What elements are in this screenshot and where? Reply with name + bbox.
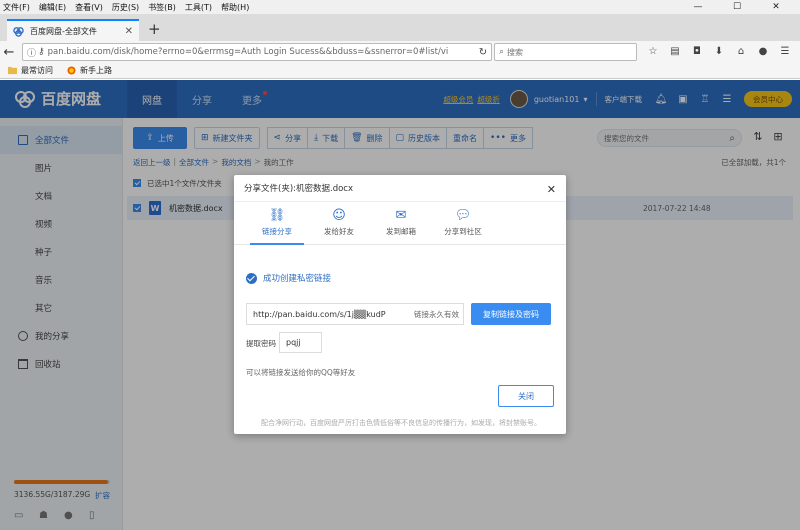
tab-close-icon[interactable]: ✕ xyxy=(125,26,133,37)
bookmarks-bar: 最常访问 新手上路 xyxy=(0,63,800,79)
reload-icon[interactable]: ↻ xyxy=(475,47,491,58)
browser-search-input[interactable] xyxy=(507,47,623,57)
share-link-field[interactable]: http://pan.baidu.com/s/1j▒▒kudP 链接永久有效 xyxy=(246,303,464,325)
browser-navbar: ← ⓘ ⚷ pan.baidu.com/disk/home?errno=0&er… xyxy=(0,41,800,63)
menu-edit[interactable]: 编辑(E) xyxy=(39,2,66,13)
checkmark-icon xyxy=(246,272,257,284)
maximize-button[interactable]: ☐ xyxy=(722,0,752,14)
tab-label: 发到邮箱 xyxy=(386,227,416,236)
bookmark-getting-started[interactable]: 新手上路 xyxy=(67,65,112,76)
link-validity: 链接永久有效 xyxy=(414,309,459,319)
link-icon: ⛓ xyxy=(268,208,286,223)
hamburger-menu-icon[interactable]: ☰ xyxy=(774,44,796,60)
new-tab-button[interactable]: + xyxy=(148,22,161,37)
menu-file[interactable]: 文件(F) xyxy=(3,2,30,13)
tab-title: 百度网盘-全部文件 xyxy=(30,26,97,36)
bookmark-most-visited[interactable]: 最常访问 xyxy=(8,65,53,76)
menu-bookmarks[interactable]: 书签(B) xyxy=(148,2,176,13)
browser-tab[interactable]: 百度网盘-全部文件 ✕ xyxy=(7,19,139,41)
browser-toolbar-icons: ☆ ▤ ◘ ⬇ ⌂ ● ☰ xyxy=(642,44,796,60)
browser-tabbar: 百度网盘-全部文件 ✕ + xyxy=(0,14,800,41)
home-icon[interactable]: ⌂ xyxy=(730,44,752,60)
tab-share-community[interactable]: 💬︎ 分享到社区 xyxy=(432,202,494,244)
close-button[interactable]: 关闭 xyxy=(498,385,554,407)
tab-send-friend[interactable]: ☺ 发给好友 xyxy=(308,202,370,244)
url-text[interactable]: pan.baidu.com/disk/home?errno=0&errmsg=A… xyxy=(48,47,475,57)
bookmark-label: 新手上路 xyxy=(80,66,112,75)
download-arrow-icon[interactable]: ⬇ xyxy=(708,44,730,60)
community-chat-icon: 💬︎ xyxy=(454,208,472,223)
tab-link-share[interactable]: ⛓ 链接分享 xyxy=(246,202,308,245)
firefox-icon xyxy=(67,66,76,75)
share-tabs: ⛓ 链接分享 ☺ 发给好友 ✉ 发到邮箱 💬︎ 分享到社区 xyxy=(234,202,566,245)
tab-send-email[interactable]: ✉ 发到邮箱 xyxy=(370,202,432,244)
menu-help[interactable]: 帮助(H) xyxy=(221,2,249,13)
window-close-button[interactable]: ✕ xyxy=(761,0,791,14)
baidu-pan-favicon-icon xyxy=(13,26,24,37)
share-hint: 可以将链接发送给你的QQ等好友 xyxy=(246,368,356,377)
success-message: 成功创建私密链接 xyxy=(246,272,331,284)
back-arrow-icon[interactable]: ← xyxy=(0,45,18,60)
key-icon: ⚷ xyxy=(38,47,45,57)
password-field[interactable]: pqjj xyxy=(279,332,322,353)
chat-icon[interactable]: ● xyxy=(752,44,774,60)
folder-icon xyxy=(8,66,17,75)
browser-menubar: 文件(F) 编辑(E) 查看(V) 历史(S) 书签(B) 工具(T) 帮助(H… xyxy=(0,0,800,14)
disclaimer-text: 配合净网行动，百度网盘严厉打击色情低俗等不良信息的传播行为，如发现，将封禁账号。 xyxy=(261,419,541,427)
close-icon[interactable]: ✕ xyxy=(547,183,556,196)
email-icon: ✉ xyxy=(395,208,407,223)
password-label: 提取密码 xyxy=(246,339,276,348)
menu-view[interactable]: 查看(V) xyxy=(75,2,103,13)
info-icon[interactable]: ⓘ xyxy=(27,46,36,59)
dialog-header: 分享文件(夹):机密数据.docx xyxy=(234,175,566,202)
menu-tools[interactable]: 工具(T) xyxy=(185,2,212,13)
share-link-text[interactable]: http://pan.baidu.com/s/1j▒▒kudP xyxy=(253,310,414,319)
bookmark-star-icon[interactable]: ☆ xyxy=(642,44,664,60)
reading-list-icon[interactable]: ▤ xyxy=(664,44,686,60)
dialog-title: 分享文件(夹):机密数据.docx xyxy=(244,184,353,194)
success-text: 成功创建私密链接 xyxy=(263,274,332,284)
tab-label: 链接分享 xyxy=(262,227,292,236)
tab-label: 发给好友 xyxy=(324,227,354,236)
browser-search-box[interactable]: ⌕ xyxy=(494,43,637,61)
url-bar[interactable]: ⓘ ⚷ pan.baidu.com/disk/home?errno=0&errm… xyxy=(22,43,492,61)
menu-history[interactable]: 历史(S) xyxy=(112,2,139,13)
window-controls: — ☐ ✕ xyxy=(683,0,800,14)
pocket-icon[interactable]: ◘ xyxy=(686,44,708,60)
search-icon: ⌕ xyxy=(499,47,505,57)
bookmark-label: 最常访问 xyxy=(21,66,53,75)
minimize-button[interactable]: — xyxy=(683,0,713,14)
friends-icon: ☺ xyxy=(332,208,346,223)
share-dialog: 分享文件(夹):机密数据.docx ✕ ⛓ 链接分享 ☺ 发给好友 ✉ 发到邮箱… xyxy=(234,175,566,434)
copy-link-button[interactable]: 复制链接及密码 xyxy=(471,303,551,325)
tab-label: 分享到社区 xyxy=(444,227,482,236)
